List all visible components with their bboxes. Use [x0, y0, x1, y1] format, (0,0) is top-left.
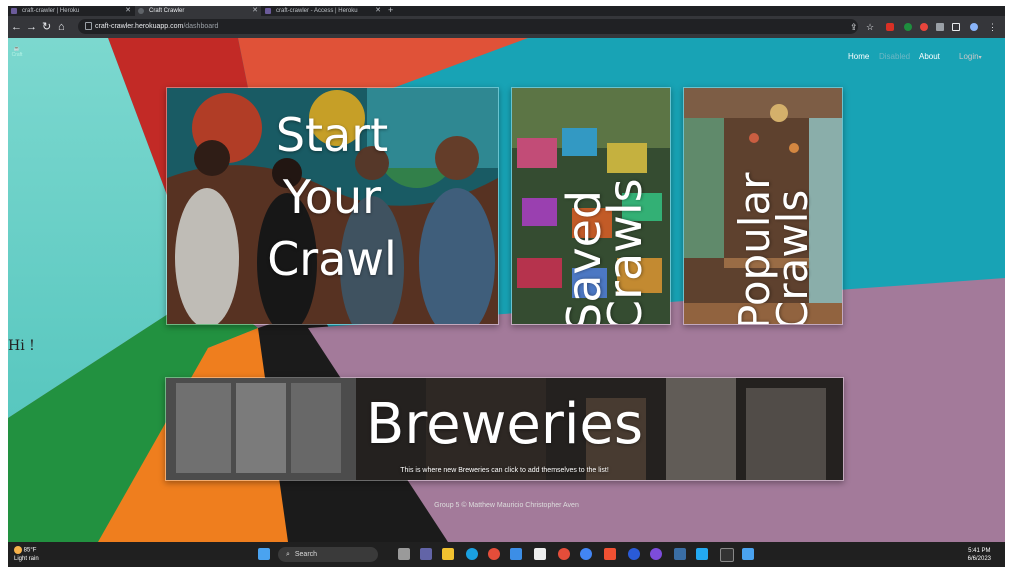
- address-bar[interactable]: craft-crawler.herokuapp.com/dashboard: [78, 19, 858, 34]
- taskbar: 85°F Light rain ⌕ Search 5:41 PM 6/6/202…: [8, 542, 1005, 567]
- chrome-icon[interactable]: [488, 548, 500, 560]
- close-tab-icon[interactable]: ✕: [375, 6, 381, 16]
- forward-icon[interactable]: →: [26, 20, 37, 34]
- title-line-your: Your: [282, 170, 382, 224]
- saved-crawls-card[interactable]: Saved Crawls: [511, 87, 671, 325]
- weather-icon: [14, 546, 22, 554]
- file-explorer-icon[interactable]: [442, 548, 454, 560]
- teams-icon[interactable]: [420, 548, 432, 560]
- close-tab-icon[interactable]: ✕: [252, 6, 258, 16]
- nav-disabled: Disabled: [879, 52, 911, 61]
- tab-title: craft-crawler | Heroku: [22, 8, 80, 14]
- brand-logo[interactable]: ☕ Craft: [11, 46, 23, 62]
- back-icon[interactable]: ←: [11, 20, 22, 34]
- close-tab-icon[interactable]: ✕: [125, 6, 131, 16]
- lock-icon: [85, 22, 92, 30]
- task-view-icon[interactable]: [398, 548, 410, 560]
- reload-icon[interactable]: ↻: [42, 20, 51, 34]
- address-url: craft-crawler.herokuapp.com/dashboard: [95, 19, 218, 34]
- side-panel-icon[interactable]: [952, 23, 960, 31]
- tab-title: craft-crawler - Access | Heroku: [276, 8, 358, 14]
- title-line-crawls: Crawls: [598, 178, 653, 325]
- web-page: ☕ Craft Home Disabled About Login▾ Start…: [8, 38, 1005, 542]
- browser-toolbar: ← → ↻ ⌂ craft-crawler.herokuapp.com/dash…: [8, 16, 1005, 38]
- tab-heroku[interactable]: craft-crawler | Heroku ✕: [8, 6, 134, 16]
- git-icon[interactable]: [604, 548, 616, 560]
- nav-login-dropdown[interactable]: Login▾: [959, 52, 982, 61]
- home-icon[interactable]: ⌂: [58, 20, 65, 34]
- login-label: Login: [959, 52, 979, 61]
- chrome-profile-icon[interactable]: [558, 548, 570, 560]
- popular-crawls-title: Popular Crawls: [730, 90, 817, 324]
- popular-crawls-card[interactable]: Popular Crawls: [683, 87, 843, 325]
- windows-start-icon[interactable]: [258, 548, 270, 560]
- screen: craft-crawler | Heroku ✕ Craft Crawler ✕…: [8, 6, 1005, 567]
- weather-temperature: 85°F: [23, 547, 37, 554]
- heroku-icon: [11, 8, 17, 14]
- extensions-puzzle-icon[interactable]: [936, 23, 944, 31]
- start-crawl-title: Start Your Crawl: [247, 104, 417, 290]
- extension-grammarly-icon[interactable]: [904, 23, 912, 31]
- title-line-crawls: Crawls: [767, 189, 817, 325]
- clock-date: 6/6/2023: [967, 556, 991, 562]
- clock-time: 5:41 PM: [968, 548, 991, 554]
- store-icon[interactable]: [510, 548, 522, 560]
- profile-avatar[interactable]: [970, 23, 978, 31]
- globe-icon: [138, 8, 144, 14]
- title-line-crawl: Crawl: [267, 232, 397, 286]
- vscode-icon[interactable]: [696, 548, 708, 560]
- breweries-title: Breweries: [365, 392, 644, 457]
- extension-abp-icon[interactable]: [886, 23, 894, 31]
- tab-title: Craft Crawler: [149, 8, 185, 14]
- app-purple-icon[interactable]: [650, 548, 662, 560]
- heroku-icon: [265, 8, 271, 14]
- terminal-icon[interactable]: [720, 548, 734, 562]
- browser-tab-strip: craft-crawler | Heroku ✕ Craft Crawler ✕…: [8, 6, 1005, 16]
- weather-description: Light rain: [14, 555, 39, 562]
- new-tab-icon[interactable]: +: [388, 6, 393, 15]
- photos-icon[interactable]: [580, 548, 592, 560]
- bookmark-star-icon[interactable]: ☆: [866, 20, 874, 34]
- caret-down-icon: ▾: [978, 55, 982, 61]
- saved-crawls-title: Saved Crawls: [557, 92, 652, 324]
- notepad-icon[interactable]: [742, 548, 754, 560]
- greeting-text: Hi !: [8, 338, 35, 354]
- system-clock[interactable]: 5:41 PM 6/6/2023: [968, 547, 991, 563]
- edge-icon[interactable]: [466, 548, 478, 560]
- app-tool-icon[interactable]: [674, 548, 686, 560]
- share-icon[interactable]: ⇪: [850, 20, 858, 34]
- app-blue-icon[interactable]: [628, 548, 640, 560]
- title-line-start: Start: [275, 108, 389, 162]
- extension-red-icon[interactable]: [920, 23, 928, 31]
- url-host: craft-crawler.herokuapp.com: [95, 23, 184, 30]
- breweries-caption: This is where new Breweries can click to…: [400, 467, 609, 474]
- weather-widget[interactable]: 85°F Light rain: [14, 546, 39, 563]
- page-footer: Group 5 © Matthew Mauricio Christopher A…: [434, 502, 579, 509]
- search-placeholder: Search: [294, 551, 318, 558]
- search-icon: ⌕: [286, 551, 290, 558]
- breweries-card[interactable]: Breweries This is where new Breweries ca…: [165, 377, 844, 481]
- tab-craft-crawler[interactable]: Craft Crawler ✕: [135, 6, 261, 16]
- url-path: /dashboard: [183, 23, 219, 30]
- nav-home[interactable]: Home: [848, 52, 869, 61]
- start-crawl-card[interactable]: Start Your Crawl: [166, 87, 499, 325]
- browser-menu-icon[interactable]: ⋮: [988, 20, 997, 34]
- active-app-icon[interactable]: [534, 548, 546, 560]
- tab-heroku-access[interactable]: craft-crawler - Access | Heroku ✕: [262, 6, 384, 16]
- taskbar-search[interactable]: ⌕ Search: [278, 547, 378, 562]
- nav-about[interactable]: About: [919, 52, 940, 61]
